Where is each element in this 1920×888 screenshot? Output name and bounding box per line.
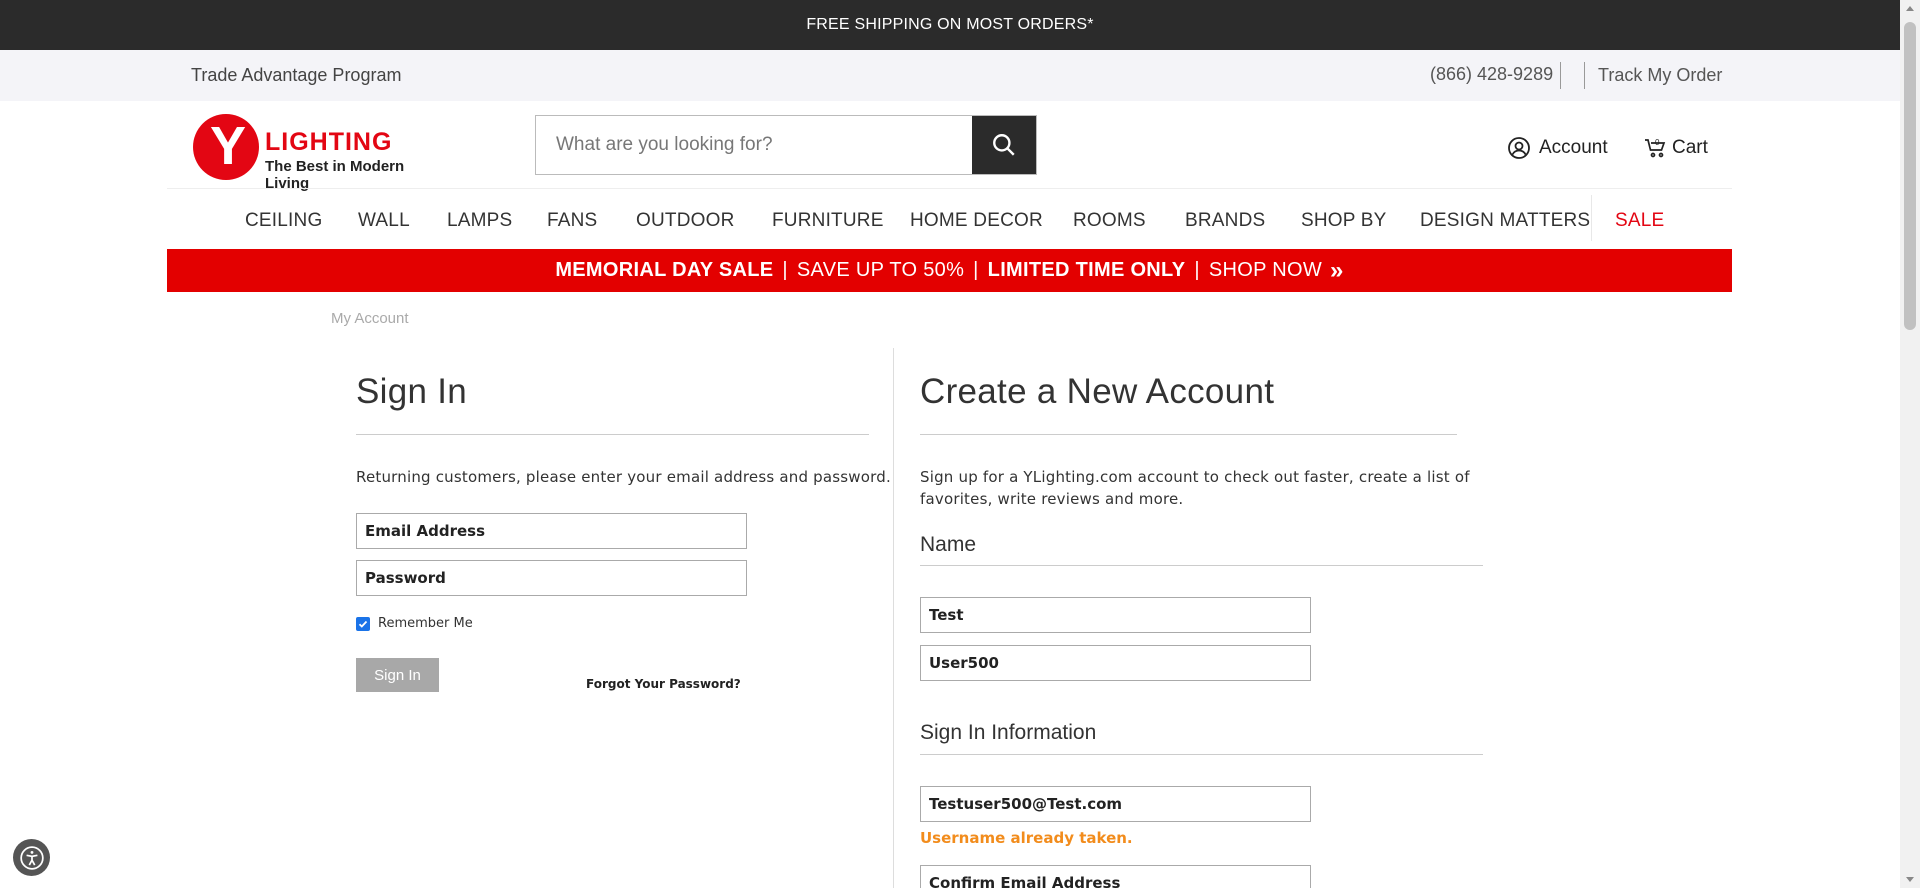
accessibility-icon (19, 845, 44, 870)
nav-item-outdoor[interactable]: OUTDOOR (636, 210, 735, 232)
remember-me-label: Remember Me (378, 616, 473, 631)
accessibility-button[interactable] (13, 839, 50, 876)
create-account-intro-line-1: Sign up for a YLighting.com account to c… (920, 468, 1470, 486)
divider (1584, 62, 1585, 89)
breadcrumb[interactable]: My Account (331, 310, 409, 327)
logo-letter: Y (210, 116, 247, 176)
svg-text:0: 0 (1655, 138, 1660, 147)
name-divider (920, 565, 1483, 566)
promo-separator: | (782, 259, 788, 281)
nav-item-sale[interactable]: SALE (1615, 210, 1664, 232)
logo-tagline: The Best in Modern Living (265, 158, 405, 192)
nav-divider (1591, 195, 1592, 241)
promo-sale-name: MEMORIAL DAY SALE (555, 259, 774, 281)
password-field[interactable] (356, 560, 747, 596)
scrollbar-thumb[interactable] (1904, 22, 1916, 330)
first-name-field[interactable] (920, 597, 1311, 633)
promo-discount: SAVE UP TO 50% (796, 259, 965, 281)
signin-info-heading: Sign In Information (920, 721, 1097, 744)
main-nav: CEILING WALL LAMPS FANS OUTDOOR FURNITUR… (167, 188, 1732, 248)
nav-item-home-decor[interactable]: HOME DECOR (910, 210, 1043, 232)
forgot-password-link[interactable]: Forgot Your Password? (586, 677, 741, 691)
ylighting-logo[interactable]: Y LIGHTING The Best in Modern Living (193, 114, 443, 192)
utility-bar: Trade Advantage Program (866) 428-9289 T… (0, 50, 1900, 101)
email-address-field[interactable] (920, 786, 1311, 822)
username-error-message: Username already taken. (920, 829, 1133, 847)
create-account-intro-line-2: favorites, write reviews and more. (920, 490, 1184, 508)
signin-info-divider (920, 754, 1483, 755)
email-field[interactable] (356, 513, 747, 549)
search-button[interactable] (972, 116, 1036, 174)
scroll-up-arrow-icon[interactable] (1906, 6, 1914, 11)
sign-in-button[interactable]: Sign In (356, 658, 439, 692)
nav-item-fans[interactable]: FANS (547, 210, 597, 232)
vertical-scrollbar[interactable] (1900, 0, 1920, 888)
last-name-field[interactable] (920, 645, 1311, 681)
nav-item-lamps[interactable]: LAMPS (447, 210, 512, 232)
promo-banner[interactable]: MEMORIAL DAY SALE | SAVE UP TO 50% | LIM… (167, 249, 1732, 292)
site-header: Y LIGHTING The Best in Modern Living Acc… (0, 101, 1900, 192)
cart-icon: 0 (1645, 138, 1666, 158)
promo-separator: | (973, 259, 979, 281)
signin-title: Sign In (356, 372, 468, 411)
create-account-divider (920, 434, 1457, 435)
cart-link[interactable]: 0 Cart (1644, 136, 1708, 160)
promo-cta: SHOP NOW (1208, 259, 1323, 281)
nav-item-ceiling[interactable]: CEILING (245, 210, 322, 232)
promo-urgency: LIMITED TIME ONLY (987, 259, 1186, 281)
remember-me[interactable]: Remember Me (356, 616, 473, 631)
trade-program-link[interactable]: Trade Advantage Program (191, 65, 401, 86)
cart-label: Cart (1672, 137, 1708, 158)
search-input[interactable] (536, 116, 972, 174)
nav-item-design-matters[interactable]: DESIGN MATTERS (1420, 210, 1590, 232)
phone-number[interactable]: (866) 428-9289 (1430, 64, 1553, 85)
double-chevron-right-icon: » (1330, 256, 1344, 284)
nav-item-shop-by[interactable]: SHOP BY (1301, 210, 1387, 232)
account-link[interactable]: Account (1507, 136, 1608, 160)
nav-item-brands[interactable]: BRANDS (1185, 210, 1265, 232)
promo-separator: | (1194, 259, 1200, 281)
column-divider (893, 348, 894, 888)
signin-intro: Returning customers, please enter your e… (356, 468, 891, 486)
search-bar (535, 115, 1037, 175)
shipping-banner-text: FREE SHIPPING ON MOST ORDERS* (806, 16, 1094, 33)
nav-item-rooms[interactable]: ROOMS (1073, 210, 1146, 232)
create-account-title: Create a New Account (920, 372, 1275, 411)
track-order-link[interactable]: Track My Order (1598, 65, 1722, 86)
confirm-email-field[interactable] (920, 865, 1311, 888)
shipping-banner: FREE SHIPPING ON MOST ORDERS* (0, 0, 1900, 50)
remember-me-checkbox[interactable] (356, 616, 370, 631)
signin-divider (356, 434, 869, 435)
scroll-down-arrow-icon[interactable] (1906, 877, 1914, 882)
nav-item-furniture[interactable]: FURNITURE (772, 210, 884, 232)
user-circle-icon (1508, 137, 1530, 159)
checkmark-icon (358, 620, 368, 628)
nav-item-wall[interactable]: WALL (358, 210, 410, 232)
account-label: Account (1539, 137, 1608, 158)
name-heading: Name (920, 533, 977, 556)
divider (1560, 62, 1561, 89)
logo-brand: LIGHTING (265, 128, 393, 156)
search-icon (993, 134, 1015, 156)
